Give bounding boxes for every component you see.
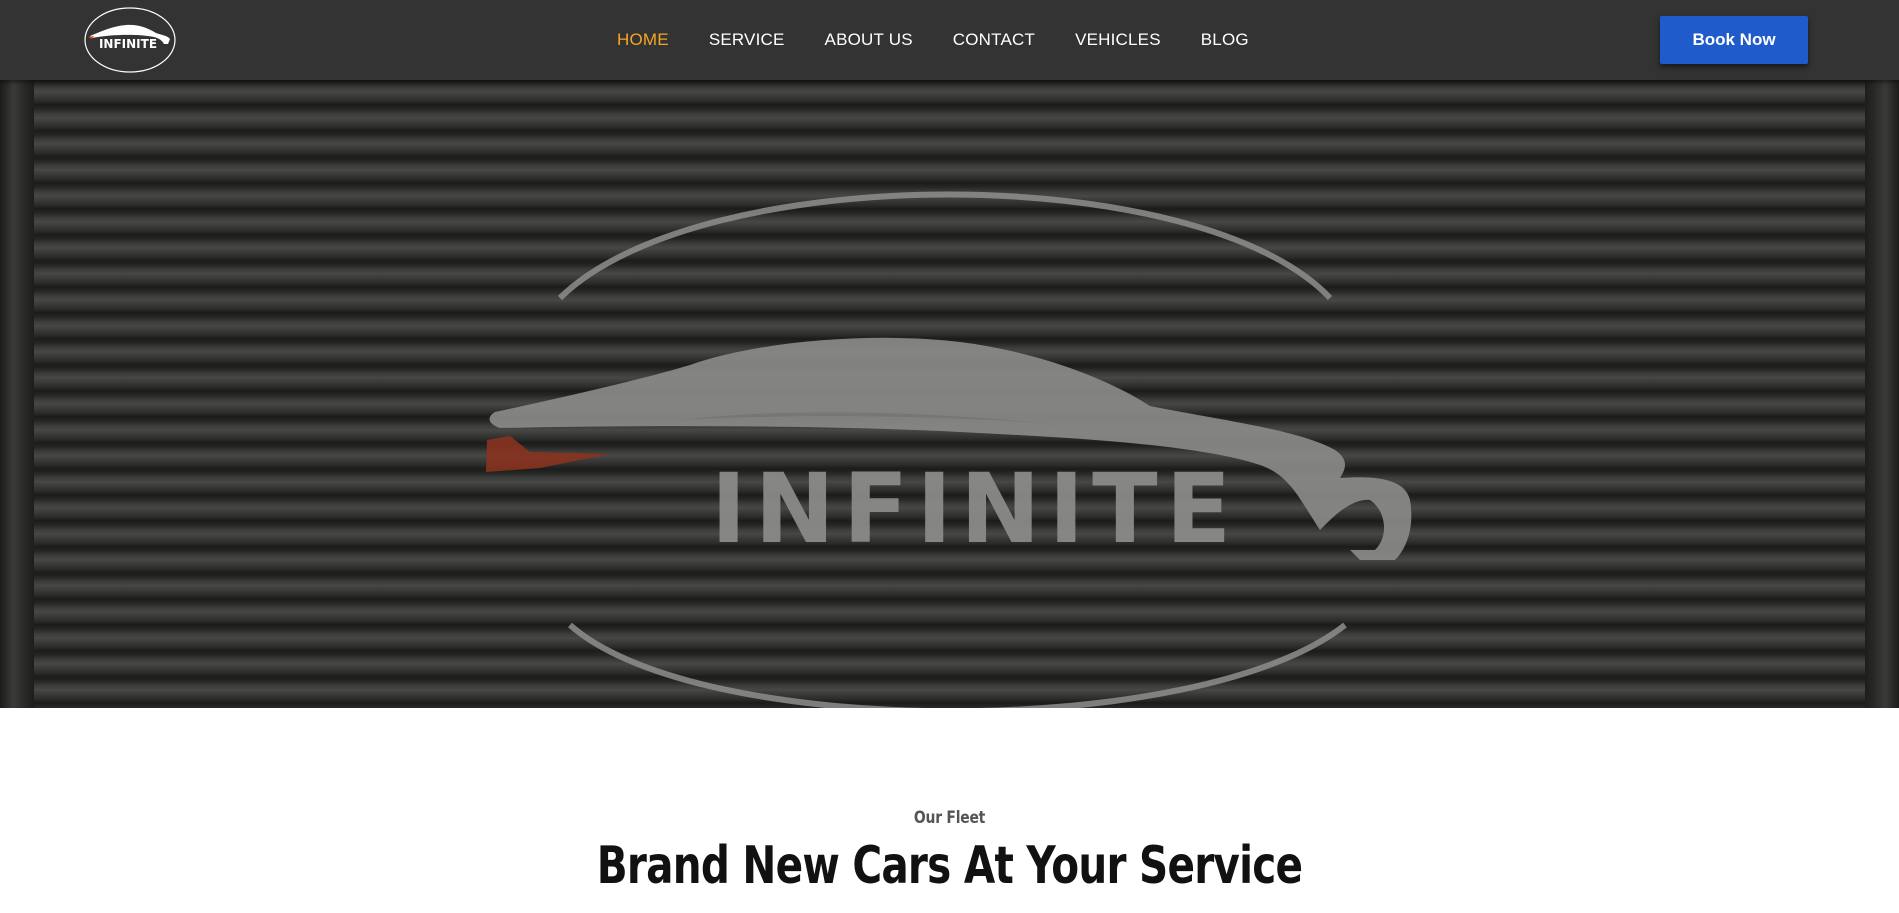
brand-logo[interactable]: INFINITE: [82, 6, 178, 74]
section-subtitle: Our Fleet: [913, 808, 986, 828]
nav-vehicles[interactable]: VEHICLES: [1075, 30, 1161, 50]
hero-logo: INFINITE: [0, 80, 1899, 708]
nav-about-us[interactable]: ABOUT US: [825, 30, 913, 50]
site-header: INFINITE HOME SERVICE ABOUT US CONTACT V…: [0, 0, 1899, 80]
nav-contact[interactable]: CONTACT: [953, 30, 1035, 50]
svg-text:INFINITE: INFINITE: [99, 37, 157, 51]
car-logo-icon: INFINITE: [486, 191, 1412, 708]
main-nav: HOME SERVICE ABOUT US CONTACT VEHICLES B…: [617, 0, 1289, 80]
nav-blog[interactable]: BLOG: [1201, 30, 1249, 50]
section-title: Brand New Cars At Your Service: [596, 836, 1303, 896]
nav-service[interactable]: SERVICE: [709, 30, 785, 50]
svg-text:INFINITE: INFINITE: [711, 453, 1239, 565]
nav-home[interactable]: HOME: [617, 30, 669, 50]
hero-banner: INFINITE: [0, 80, 1899, 708]
car-logo-icon: INFINITE: [84, 7, 176, 73]
book-now-button[interactable]: Book Now: [1660, 16, 1808, 64]
